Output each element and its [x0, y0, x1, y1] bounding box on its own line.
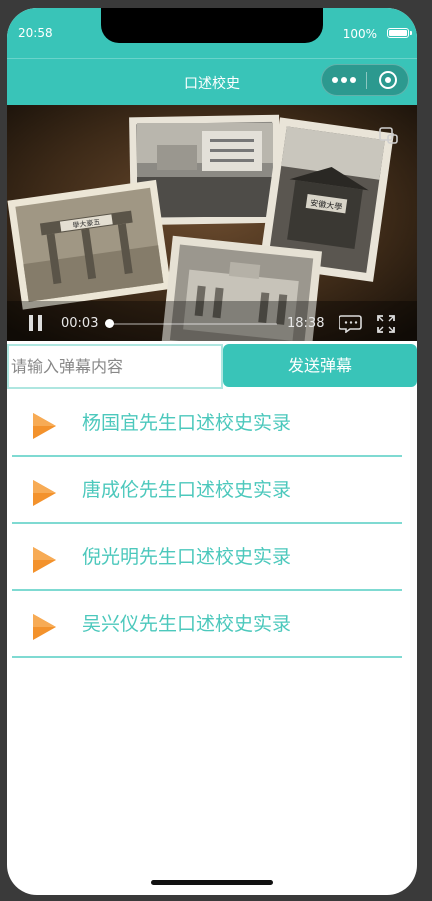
play-icon — [33, 614, 56, 640]
photo-memorial-archway: 學大豪五 — [7, 179, 172, 310]
play-icon — [33, 480, 56, 506]
send-danmu-button[interactable]: 发送弹幕 — [223, 344, 417, 387]
phone-screen: 20:58 100% 口述校史 安徽大學 學大豪五 00:03 18:38 请输… — [7, 8, 417, 895]
video-controls: 00:03 18:38 — [7, 305, 417, 341]
list-item-title: 倪光明先生口述校史实录 — [82, 546, 292, 568]
video-player[interactable]: 安徽大學 學大豪五 00:03 18:38 — [7, 105, 417, 341]
capsule-divider — [366, 72, 367, 89]
list-item[interactable]: 吴兴仪先生口述校史实录 — [12, 591, 402, 658]
battery-icon — [387, 28, 412, 38]
play-icon — [33, 413, 56, 439]
list-item[interactable]: 唐成伦先生口述校史实录 — [12, 457, 402, 524]
cast-screen-icon[interactable] — [379, 125, 399, 149]
progress-knob[interactable] — [104, 319, 114, 328]
notch — [101, 8, 323, 43]
home-indicator — [151, 880, 273, 885]
danmu-input[interactable] — [7, 344, 223, 389]
mini-program-capsule — [321, 64, 409, 96]
danmu-bar: 发送弹幕 — [7, 344, 417, 390]
list-item-title: 唐成伦先生口述校史实录 — [82, 479, 292, 501]
list-item-title: 吴兴仪先生口述校史实录 — [82, 613, 292, 635]
status-time: 20:58 — [18, 26, 53, 40]
list-item[interactable]: 倪光明先生口述校史实录 — [12, 524, 402, 591]
list-item[interactable]: 杨国宜先生口述校史实录 — [12, 390, 402, 457]
battery-percent: 100% — [342, 27, 377, 41]
duration: 18:38 — [287, 316, 325, 331]
play-icon — [33, 547, 56, 573]
progress-bar[interactable] — [104, 319, 277, 328]
interview-list: 杨国宜先生口述校史实录 唐成伦先生口述校史实录 倪光明先生口述校史实录 吴兴仪先生口述… — [7, 390, 417, 658]
fullscreen-icon[interactable] — [376, 314, 396, 338]
current-time: 00:03 — [61, 316, 99, 331]
pause-icon[interactable] — [29, 315, 43, 331]
danmu-toggle-icon[interactable] — [338, 313, 363, 337]
status-bar: 20:58 100% — [7, 8, 417, 58]
close-program-icon[interactable] — [379, 71, 397, 89]
more-icon[interactable] — [332, 73, 358, 87]
nav-bar: 口述校史 — [7, 58, 417, 105]
list-item-title: 杨国宜先生口述校史实录 — [82, 412, 292, 434]
